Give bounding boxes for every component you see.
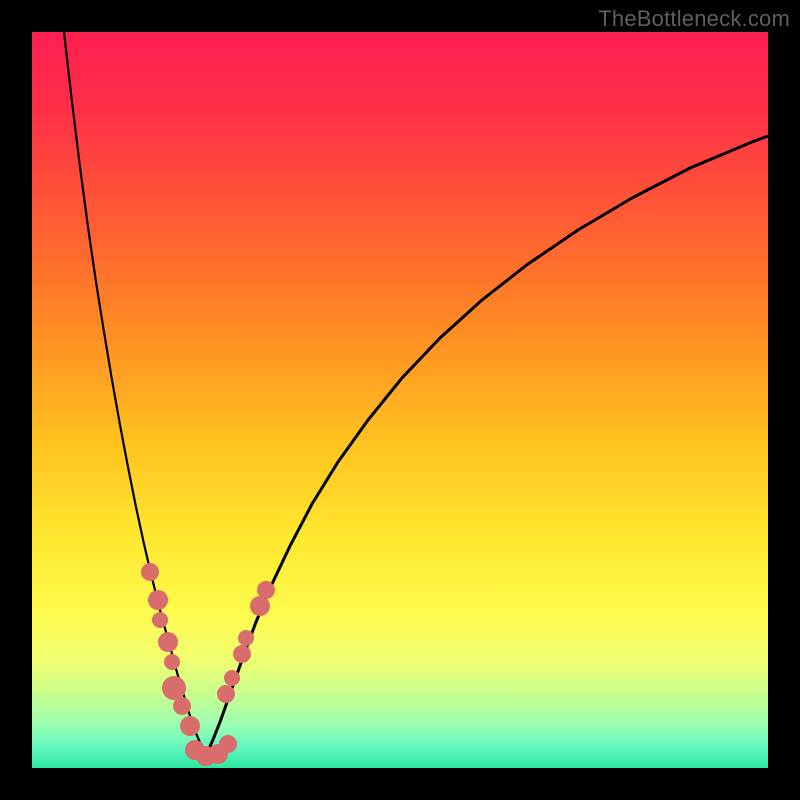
data-marker xyxy=(224,670,240,686)
curve-left-branch xyxy=(64,32,206,755)
chart-frame: TheBottleneck.com xyxy=(0,0,800,800)
plot-area xyxy=(32,32,768,768)
data-marker xyxy=(180,716,200,736)
data-marker xyxy=(219,735,237,753)
data-marker xyxy=(173,697,191,715)
data-marker xyxy=(152,612,168,628)
curves-layer xyxy=(32,32,768,768)
data-marker xyxy=(148,590,168,610)
data-marker xyxy=(250,596,270,616)
data-marker xyxy=(217,685,235,703)
data-marker xyxy=(164,654,180,670)
data-marker xyxy=(233,645,251,663)
data-marker xyxy=(257,581,275,599)
marker-group xyxy=(141,563,275,766)
data-marker xyxy=(141,563,159,581)
data-marker xyxy=(158,632,178,652)
data-marker xyxy=(238,630,254,646)
watermark-text: TheBottleneck.com xyxy=(598,6,790,32)
curve-right-branch xyxy=(206,136,768,755)
data-marker xyxy=(162,676,186,700)
